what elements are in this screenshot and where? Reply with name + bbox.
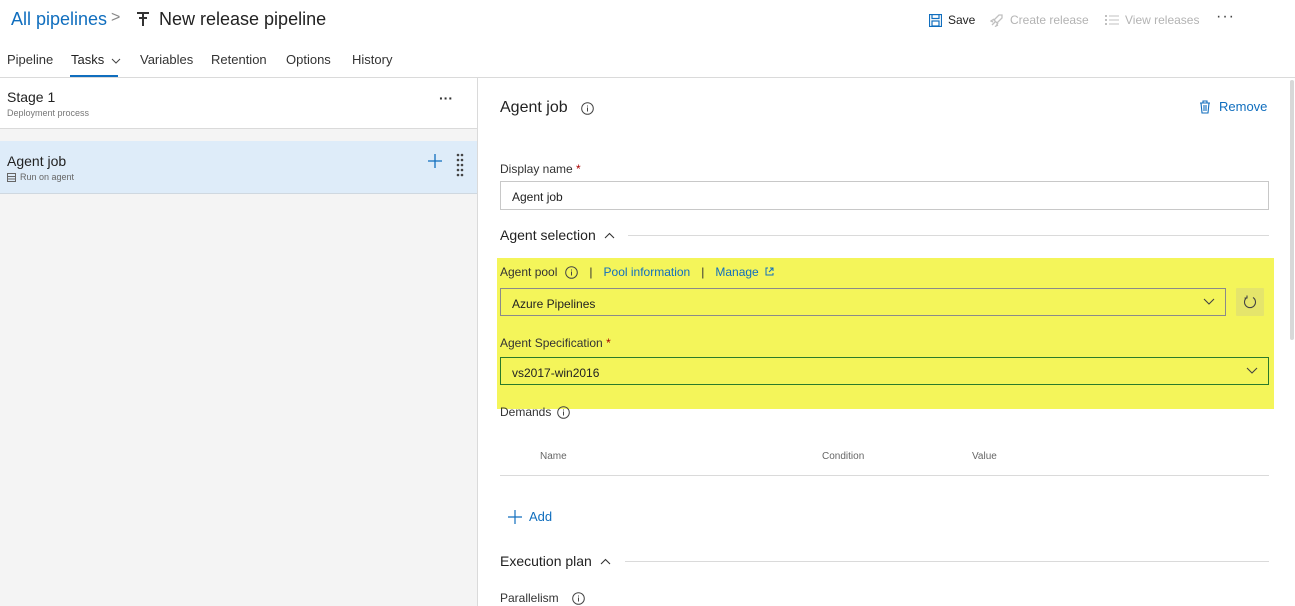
demands-label: Demands bbox=[500, 405, 552, 419]
server-icon bbox=[7, 172, 16, 182]
refresh-icon bbox=[1243, 295, 1257, 309]
info-icon[interactable] bbox=[557, 405, 571, 419]
plus-icon bbox=[508, 509, 522, 524]
parallelism-label-row: Parallelism bbox=[500, 591, 585, 605]
header-bar: All pipelines > New release pipeline Sav… bbox=[0, 0, 1295, 44]
page-title: New release pipeline bbox=[159, 9, 327, 29]
agent-selection-section[interactable]: Agent selection bbox=[500, 227, 615, 243]
agent-spec-label: Agent Specification * bbox=[500, 336, 611, 350]
manage-link[interactable]: Manage bbox=[715, 265, 774, 279]
agent-spec-label-text: Agent Specification bbox=[500, 336, 603, 350]
save-button[interactable]: Save bbox=[929, 13, 975, 27]
highlight-region bbox=[497, 258, 1274, 409]
agent-specification-select[interactable]: vs2017-win2016 bbox=[500, 357, 1269, 385]
info-icon[interactable] bbox=[571, 591, 585, 605]
rocket-icon bbox=[990, 14, 1003, 27]
manage-link-text: Manage bbox=[715, 265, 759, 279]
active-tab-indicator bbox=[70, 75, 118, 77]
refresh-button[interactable] bbox=[1236, 288, 1264, 316]
agent-job-subtitle-text: Run on agent bbox=[20, 172, 75, 182]
remove-button[interactable]: Remove bbox=[1199, 99, 1267, 114]
chevron-down-icon bbox=[1203, 298, 1215, 305]
execution-plan-label: Execution plan bbox=[500, 553, 592, 569]
create-release-button[interactable]: Create release bbox=[990, 13, 1089, 27]
chevron-down-icon bbox=[1246, 367, 1258, 374]
display-name-label-text: Display name bbox=[500, 162, 573, 176]
add-demand-button[interactable]: Add bbox=[508, 509, 552, 524]
required-marker: * bbox=[576, 162, 581, 176]
breadcrumb-all-pipelines[interactable]: All pipelines bbox=[11, 9, 107, 30]
required-marker: * bbox=[606, 336, 611, 350]
save-icon bbox=[929, 13, 942, 27]
agent-spec-value: vs2017-win2016 bbox=[512, 366, 600, 380]
tab-pipeline[interactable]: Pipeline bbox=[7, 52, 53, 67]
scrollbar-thumb[interactable] bbox=[1290, 80, 1294, 340]
execution-plan-section[interactable]: Execution plan bbox=[500, 553, 611, 569]
tab-tasks-label: Tasks bbox=[71, 52, 105, 67]
drag-handle-icon[interactable] bbox=[455, 152, 465, 180]
stage-header[interactable]: Stage 1 Deployment process ··· bbox=[0, 78, 477, 129]
view-releases-button[interactable]: View releases bbox=[1105, 13, 1199, 27]
display-name-label: Display name * bbox=[500, 162, 581, 176]
add-label: Add bbox=[529, 509, 553, 524]
agent-job-name: Agent job bbox=[7, 153, 67, 169]
create-release-label: Create release bbox=[1010, 13, 1089, 27]
tab-bar: Pipeline Tasks Variables Retention Optio… bbox=[0, 44, 1295, 78]
demands-table-divider bbox=[500, 475, 1269, 476]
link-separator: | bbox=[589, 265, 593, 279]
list-icon bbox=[1105, 15, 1119, 25]
chevron-up-icon bbox=[600, 558, 611, 564]
agent-job-row[interactable]: Agent job Run on agent bbox=[0, 141, 477, 194]
info-icon[interactable] bbox=[581, 102, 594, 115]
stage-name: Stage 1 bbox=[7, 89, 56, 105]
chevron-down-icon bbox=[111, 58, 121, 64]
tab-tasks[interactable]: Tasks bbox=[71, 52, 121, 67]
breadcrumb-separator: > bbox=[111, 9, 121, 26]
demands-column-condition: Condition bbox=[822, 451, 865, 462]
tab-retention[interactable]: Retention bbox=[211, 52, 267, 67]
tab-options[interactable]: Options bbox=[286, 52, 331, 67]
demands-label-row: Demands bbox=[500, 405, 571, 419]
agent-pool-select[interactable]: Azure Pipelines bbox=[500, 288, 1226, 316]
link-separator: | bbox=[701, 265, 705, 279]
display-name-input[interactable]: Agent job bbox=[500, 181, 1269, 210]
trash-icon bbox=[1200, 99, 1210, 114]
details-title: Agent job bbox=[500, 99, 568, 116]
info-icon[interactable] bbox=[565, 265, 579, 279]
tab-variables[interactable]: Variables bbox=[140, 52, 193, 67]
chevron-up-icon bbox=[604, 232, 615, 238]
demands-column-name: Name bbox=[540, 451, 567, 462]
agent-job-subtitle: Run on agent bbox=[7, 172, 74, 182]
remove-label: Remove bbox=[1219, 99, 1268, 114]
section-divider bbox=[628, 235, 1269, 236]
section-divider bbox=[625, 561, 1269, 562]
demands-column-value: Value bbox=[972, 451, 997, 462]
save-label: Save bbox=[948, 13, 976, 27]
agent-pool-value: Azure Pipelines bbox=[512, 297, 596, 311]
agent-pool-label: Agent pool bbox=[500, 265, 558, 279]
external-link-icon bbox=[765, 267, 774, 276]
agent-selection-label: Agent selection bbox=[500, 227, 596, 243]
more-actions-button[interactable]: ··· bbox=[1216, 8, 1235, 26]
tab-history[interactable]: History bbox=[352, 52, 392, 67]
stage-subtitle: Deployment process bbox=[7, 108, 90, 118]
pool-information-link[interactable]: Pool information bbox=[604, 265, 691, 279]
agent-pool-label-row: Agent pool | Pool information | Manage bbox=[500, 265, 774, 279]
parallelism-label: Parallelism bbox=[500, 591, 559, 605]
view-releases-label: View releases bbox=[1125, 13, 1200, 27]
process-panel: Stage 1 Deployment process ··· Agent job… bbox=[0, 78, 478, 606]
stage-more-button[interactable]: ··· bbox=[439, 90, 453, 106]
release-pipeline-icon bbox=[137, 12, 149, 26]
add-task-icon[interactable] bbox=[427, 153, 443, 169]
